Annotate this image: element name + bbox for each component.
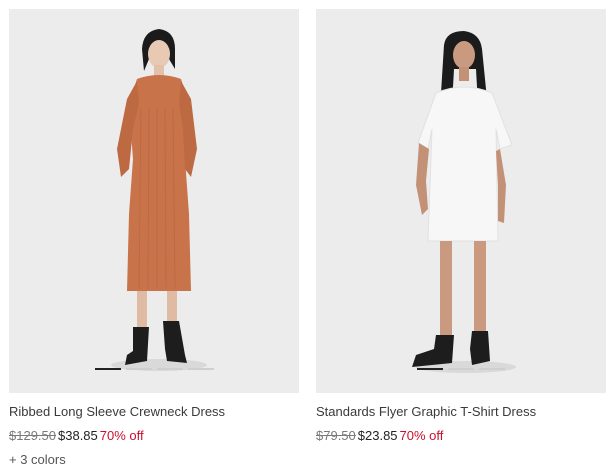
original-price: $129.50 [9, 428, 56, 443]
discount-label: 70% off [399, 428, 444, 443]
price-row: $79.50 $23.85 70% off [316, 427, 606, 445]
product-image[interactable] [316, 9, 606, 393]
more-colors-link[interactable]: + 3 colors [9, 451, 299, 469]
original-price: $79.50 [316, 428, 356, 443]
image-carousel-indicators[interactable] [316, 368, 606, 372]
model-photo-orange-dress [111, 29, 207, 371]
product-image[interactable] [9, 9, 299, 393]
product-name[interactable]: Standards Flyer Graphic T-Shirt Dress [316, 403, 606, 421]
sale-price: $23.85 [357, 428, 398, 443]
carousel-dot[interactable] [94, 368, 121, 370]
product-card[interactable]: Ribbed Long Sleeve Crewneck Dress $129.5… [9, 9, 299, 469]
carousel-dot[interactable] [187, 368, 214, 370]
carousel-dot[interactable] [417, 368, 443, 370]
sale-price: $38.85 [58, 428, 98, 443]
carousel-dot[interactable] [125, 368, 152, 370]
model-photo-white-tshirt-dress [412, 31, 516, 373]
discount-label: 70% off [99, 428, 144, 443]
carousel-dot[interactable] [479, 368, 505, 370]
price-row: $129.50 $38.85 70% off [9, 427, 299, 445]
image-carousel-indicators[interactable] [9, 368, 299, 372]
carousel-dot[interactable] [156, 368, 183, 370]
carousel-dot[interactable] [448, 368, 474, 370]
product-card[interactable]: Standards Flyer Graphic T-Shirt Dress $7… [316, 9, 606, 445]
product-name[interactable]: Ribbed Long Sleeve Crewneck Dress [9, 403, 299, 421]
